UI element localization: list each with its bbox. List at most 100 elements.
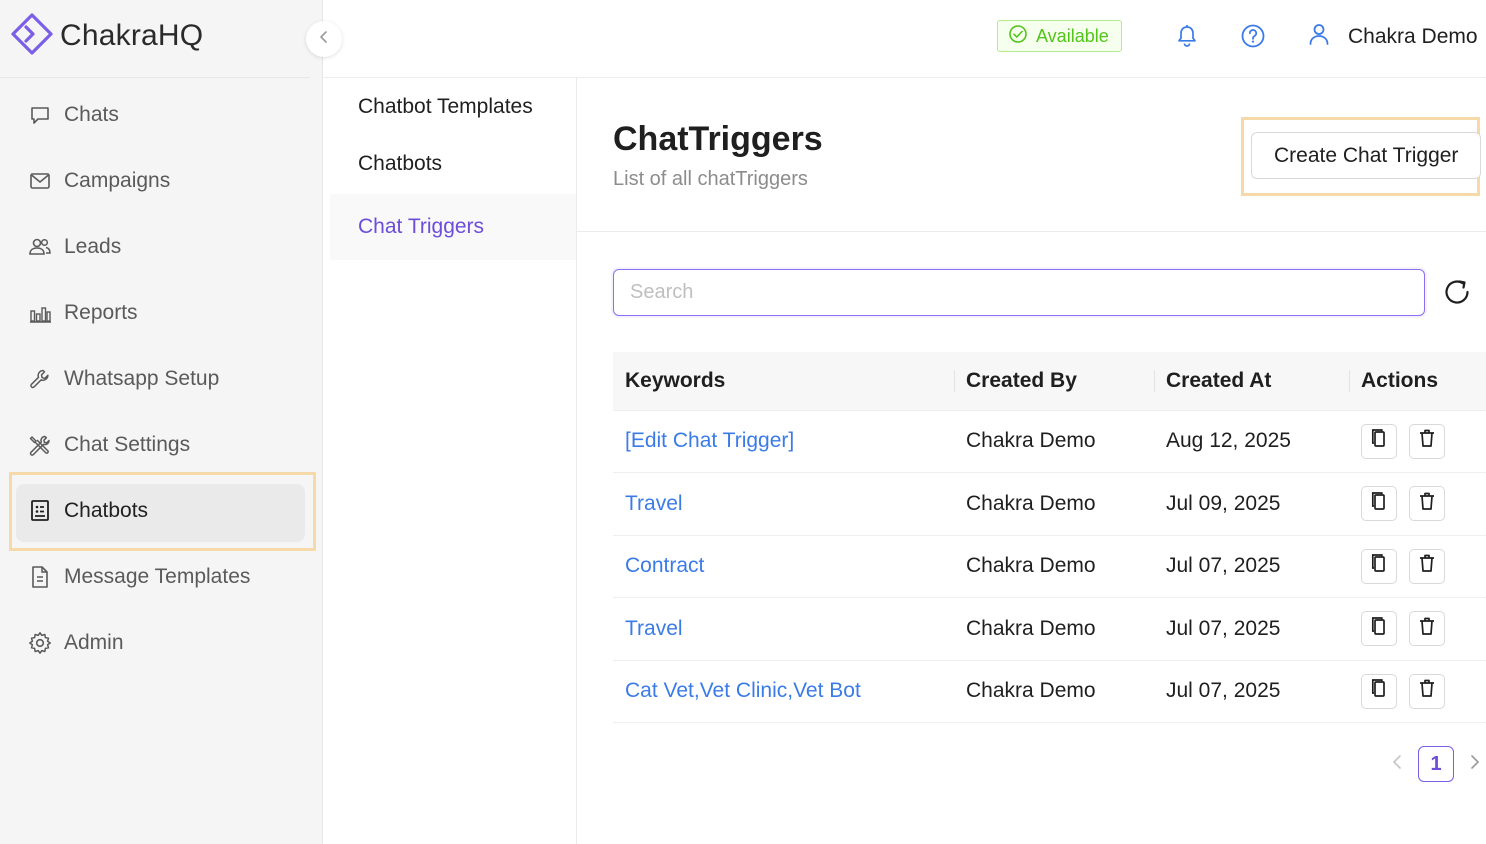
sidebar-item-reports[interactable]: Reports <box>0 280 323 346</box>
bell-icon[interactable] <box>1176 24 1198 53</box>
copy-icon <box>1370 616 1388 642</box>
envelope-icon <box>28 169 52 193</box>
copy-icon <box>1370 428 1388 454</box>
brand-logo[interactable]: ChakraHQ <box>10 12 203 60</box>
table-row: Travel Chakra Demo Jul 07, 2025 <box>613 597 1486 661</box>
document-icon <box>28 565 52 589</box>
sidebar-item-chat-settings[interactable]: Chat Settings <box>0 412 323 478</box>
prev-page-button[interactable] <box>1388 754 1406 775</box>
created-at-cell: Jul 07, 2025 <box>1154 535 1349 598</box>
subnav-item-chatbots[interactable]: Chatbots <box>324 135 576 192</box>
table-row: Travel Chakra Demo Jul 09, 2025 <box>613 472 1486 536</box>
wrench-icon <box>28 367 52 391</box>
users-icon <box>28 235 52 259</box>
column-header-keywords[interactable]: Keywords <box>613 352 954 411</box>
trash-icon <box>1418 428 1436 454</box>
keyword-link[interactable]: [Edit Chat Trigger] <box>625 429 794 452</box>
sidebar-item-label: Leads <box>64 235 122 258</box>
keyword-link[interactable]: Cat Vet,Vet Clinic,Vet Bot <box>625 679 861 702</box>
chat-icon <box>28 103 52 127</box>
sidebar-item-label: Reports <box>64 301 138 324</box>
delete-button[interactable] <box>1409 673 1445 709</box>
bar-chart-icon <box>28 301 52 325</box>
delete-button[interactable] <box>1409 611 1445 647</box>
user-menu[interactable]: Chakra Demo <box>1308 22 1478 52</box>
chevron-left-icon <box>317 30 331 49</box>
table-row: [Edit Chat Trigger] Chakra Demo Aug 12, … <box>613 410 1486 473</box>
sidebar-item-label: Chats <box>64 103 119 126</box>
sidebar-item-admin[interactable]: Admin <box>0 610 323 676</box>
sidebar-item-chatbots[interactable]: Chatbots <box>0 478 323 544</box>
created-by-cell: Chakra Demo <box>954 597 1154 661</box>
sidebar-item-label: Whatsapp Setup <box>64 367 220 390</box>
sidebar-item-leads[interactable]: Leads <box>0 214 323 280</box>
sidebar-item-chats[interactable]: Chats <box>0 82 323 148</box>
column-header-created-by[interactable]: Created By <box>954 352 1154 411</box>
column-header-created-at[interactable]: Created At <box>1154 352 1349 411</box>
created-by-cell: Chakra Demo <box>954 535 1154 598</box>
refresh-icon[interactable] <box>1441 276 1473 313</box>
sidebar-item-label: Message Templates <box>64 565 251 588</box>
keyword-link[interactable]: Travel <box>625 492 683 515</box>
page-number-button[interactable]: 1 <box>1418 746 1454 782</box>
sidebar-nav: Chats Campaigns Leads Reports Whatsapp S… <box>0 82 323 676</box>
trash-icon <box>1418 616 1436 642</box>
help-icon[interactable] <box>1241 24 1265 53</box>
subnav-item-chatbot-templates[interactable]: Chatbot Templates <box>324 78 576 135</box>
copy-icon <box>1370 678 1388 704</box>
page-title: ChatTriggers <box>613 120 823 158</box>
created-at-cell: Jul 07, 2025 <box>1154 660 1349 723</box>
table-row: Contract Chakra Demo Jul 07, 2025 <box>613 535 1486 598</box>
sidebar-item-campaigns[interactable]: Campaigns <box>0 148 323 214</box>
next-page-button[interactable] <box>1466 754 1484 775</box>
tools-icon <box>28 433 52 457</box>
keyword-link[interactable]: Contract <box>625 554 704 577</box>
keyword-link[interactable]: Travel <box>625 617 683 640</box>
sidebar-item-label: Chat Settings <box>64 433 191 456</box>
search-input[interactable] <box>613 269 1425 316</box>
copy-icon <box>1370 491 1388 517</box>
sidebar-item-whatsapp-setup[interactable]: Whatsapp Setup <box>0 346 323 412</box>
created-by-cell: Chakra Demo <box>954 410 1154 473</box>
trash-icon <box>1418 491 1436 517</box>
created-at-cell: Aug 12, 2025 <box>1154 410 1349 473</box>
sidebar-item-label: Chatbots <box>64 499 149 522</box>
check-circle-icon <box>1008 24 1028 49</box>
create-chat-trigger-button[interactable]: Create Chat Trigger <box>1251 132 1482 179</box>
column-header-actions: Actions <box>1349 352 1486 411</box>
chakra-logo-icon <box>10 12 54 61</box>
page-subtitle: List of all chatTriggers <box>613 168 808 190</box>
chatbot-icon <box>28 499 52 523</box>
created-by-cell: Chakra Demo <box>954 660 1154 723</box>
chevron-left-icon <box>1391 754 1403 775</box>
copy-button[interactable] <box>1361 486 1397 522</box>
top-header: Available Chakra Demo <box>324 0 1486 78</box>
trash-icon <box>1418 678 1436 704</box>
user-icon <box>1308 22 1330 52</box>
delete-button[interactable] <box>1409 423 1445 459</box>
sidebar-item-message-templates[interactable]: Message Templates <box>0 544 323 610</box>
sidebar: ChakraHQ Chats Campaigns Leads Reports W… <box>0 0 323 844</box>
copy-button[interactable] <box>1361 548 1397 584</box>
pagination: 1 <box>1388 746 1484 782</box>
copy-button[interactable] <box>1361 673 1397 709</box>
brand-name: ChakraHQ <box>60 19 204 52</box>
delete-button[interactable] <box>1409 486 1445 522</box>
gear-icon <box>28 631 52 655</box>
sidebar-item-label: Admin <box>64 631 124 654</box>
created-at-cell: Jul 07, 2025 <box>1154 597 1349 661</box>
delete-button[interactable] <box>1409 548 1445 584</box>
trash-icon <box>1418 553 1436 579</box>
status-badge[interactable]: Available <box>997 20 1122 52</box>
chat-triggers-table: Keywords Created By Created At Actions [… <box>613 352 1486 723</box>
created-by-cell: Chakra Demo <box>954 472 1154 536</box>
subnav-item-chat-triggers[interactable]: Chat Triggers <box>330 194 576 260</box>
copy-button[interactable] <box>1361 423 1397 459</box>
copy-button[interactable] <box>1361 611 1397 647</box>
chevron-right-icon <box>1469 754 1481 775</box>
sidebar-collapse-button[interactable] <box>306 21 342 57</box>
created-at-cell: Jul 09, 2025 <box>1154 472 1349 536</box>
header-divider <box>577 231 1486 232</box>
status-label: Available <box>1036 25 1109 46</box>
table-header-row: Keywords Created By Created At Actions <box>613 352 1486 411</box>
